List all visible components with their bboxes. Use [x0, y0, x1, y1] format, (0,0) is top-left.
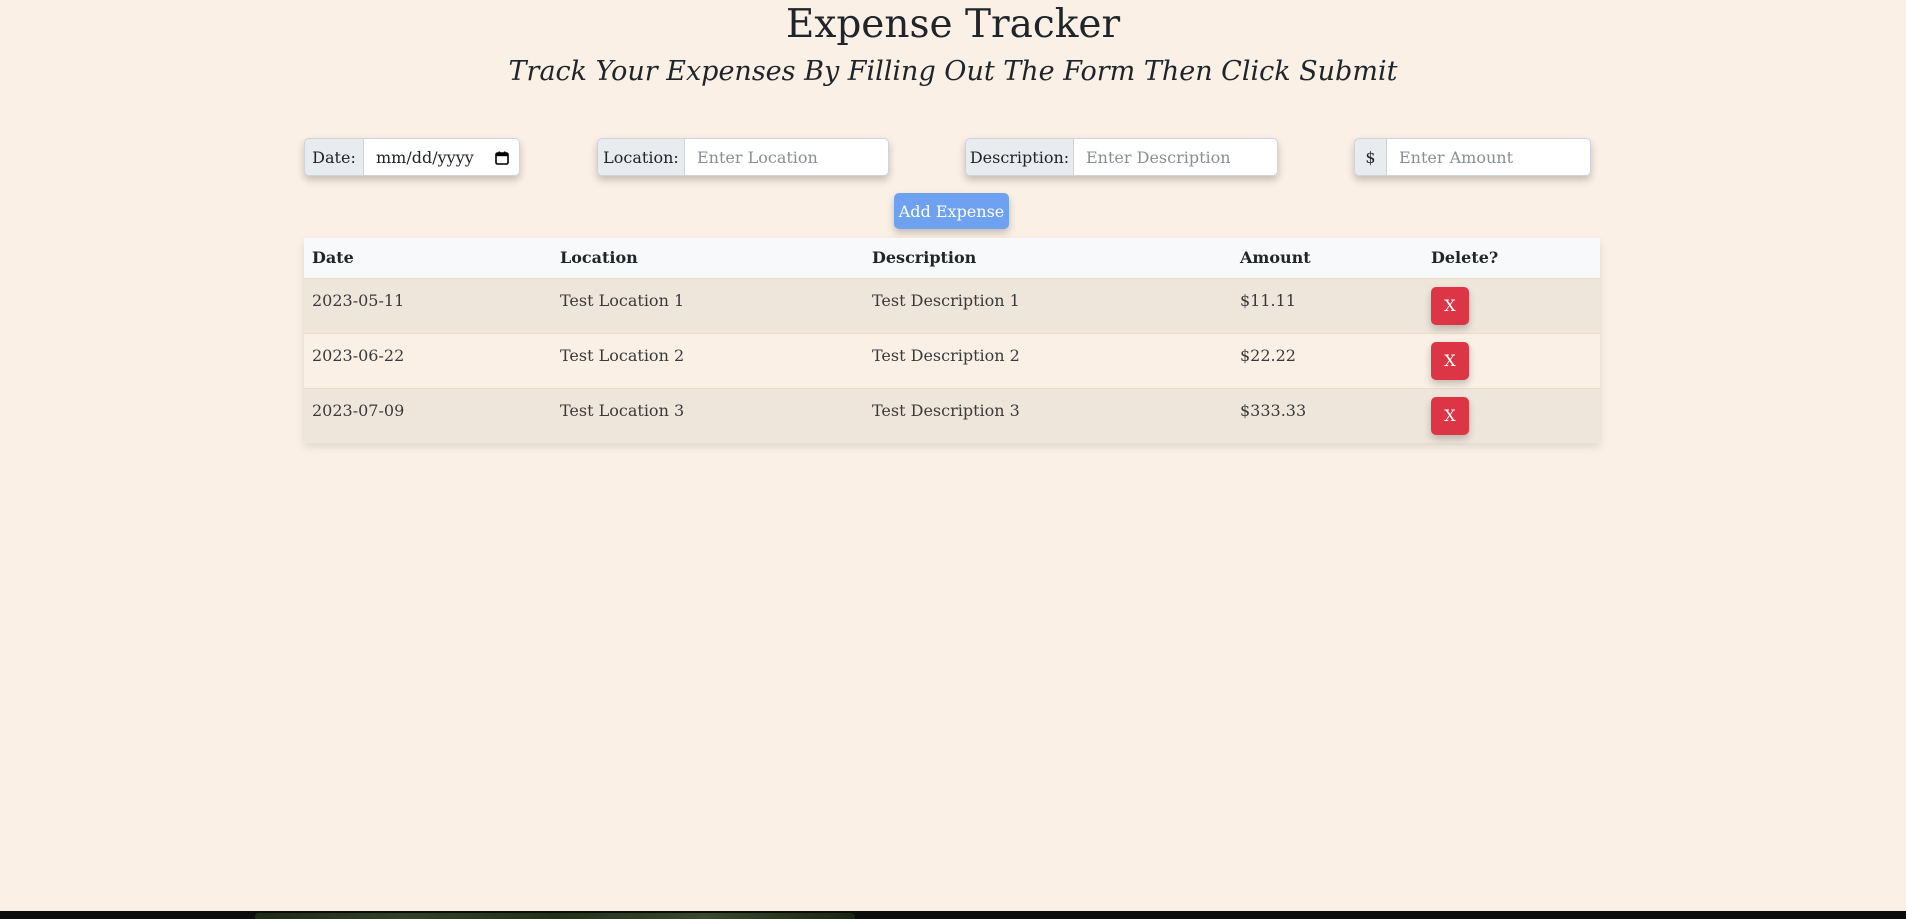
delete-row-button[interactable]: X	[1431, 341, 1469, 380]
row-location: Test Location 2	[560, 345, 685, 365]
row-delete-cell: X	[1423, 333, 1600, 388]
page-subtitle: Track Your Expenses By Filling Out The F…	[508, 56, 1398, 87]
add-expense-button[interactable]: Add Expense	[894, 193, 1009, 229]
row-amount: $333.33	[1240, 400, 1307, 420]
page-title: Expense Tracker	[785, 2, 1121, 47]
description-label: Description:	[965, 138, 1074, 176]
date-input-group: Date: mm/dd/yyyy	[304, 138, 520, 176]
amount-input-group: $	[1354, 138, 1591, 176]
footer-image	[255, 913, 855, 919]
location-input[interactable]	[685, 138, 889, 176]
column-header-location: Location	[560, 248, 638, 268]
table-header-row: Date Location Description Amount Delete?	[304, 238, 1600, 278]
column-header-date: Date	[312, 248, 354, 268]
row-description: Test Description 2	[872, 345, 1020, 365]
location-input-group: Location:	[597, 138, 889, 176]
footer-background-strip	[0, 911, 1906, 919]
date-label: Date:	[304, 138, 364, 176]
table-row: 2023-05-11 Test Location 1 Test Descript…	[304, 278, 1600, 333]
expense-table: Date Location Description Amount Delete?…	[304, 238, 1600, 443]
amount-currency-label: $	[1354, 138, 1387, 176]
row-location: Test Location 1	[560, 290, 685, 310]
row-delete-cell: X	[1423, 388, 1600, 443]
delete-row-button[interactable]: X	[1431, 396, 1469, 435]
row-location: Test Location 3	[560, 400, 685, 420]
location-label: Location:	[597, 138, 685, 176]
row-delete-cell: X	[1423, 278, 1600, 333]
expense-table-container: Date Location Description Amount Delete?…	[304, 238, 1600, 443]
description-input-group: Description:	[965, 138, 1278, 176]
date-field[interactable]: mm/dd/yyyy	[364, 138, 520, 176]
row-description: Test Description 1	[872, 290, 1020, 310]
column-header-delete: Delete?	[1431, 248, 1499, 268]
row-date: 2023-06-22	[312, 345, 405, 365]
table-row: 2023-07-09 Test Location 3 Test Descript…	[304, 388, 1600, 443]
row-date: 2023-07-09	[312, 400, 405, 420]
row-date: 2023-05-11	[312, 290, 405, 310]
description-input[interactable]	[1074, 138, 1278, 176]
delete-row-button[interactable]: X	[1431, 286, 1469, 325]
calendar-icon[interactable]	[495, 150, 509, 165]
table-row: 2023-06-22 Test Location 2 Test Descript…	[304, 333, 1600, 388]
row-amount: $11.11	[1240, 290, 1296, 310]
date-placeholder: mm/dd/yyyy	[376, 147, 474, 167]
column-header-description: Description	[872, 248, 977, 268]
row-amount: $22.22	[1240, 345, 1296, 365]
column-header-amount: Amount	[1240, 248, 1311, 268]
row-description: Test Description 3	[872, 400, 1020, 420]
amount-input[interactable]	[1387, 138, 1591, 176]
